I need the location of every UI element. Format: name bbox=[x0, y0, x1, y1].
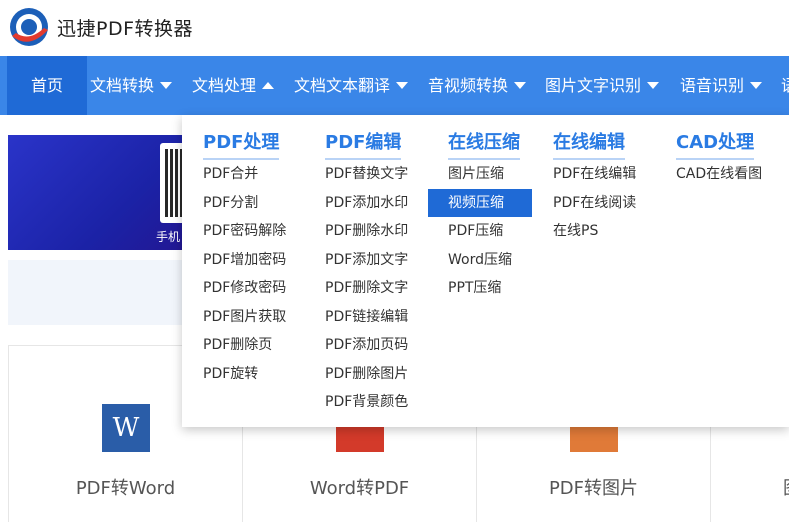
menu-item-online-ps[interactable]: 在线PS bbox=[553, 217, 598, 245]
menu-item-pdf-remove-watermark[interactable]: PDF删除水印 bbox=[325, 217, 408, 245]
nav-item-speech-recognition[interactable]: 语音识别 bbox=[680, 56, 763, 115]
card-label: PDF转Word bbox=[75, 478, 176, 499]
nav-label: 文档文本翻译 bbox=[294, 76, 391, 95]
menu-item-cad-online-view[interactable]: CAD在线看图 bbox=[676, 160, 762, 188]
logo-icon[interactable] bbox=[8, 6, 50, 48]
menu-item-pdf-add-password[interactable]: PDF增加密码 bbox=[203, 246, 286, 274]
menu-item-pdf-delete-text[interactable]: PDF删除文字 bbox=[325, 274, 408, 302]
nav-label: 语 bbox=[781, 76, 789, 95]
app-header: 迅捷PDF转换器 bbox=[0, 0, 789, 56]
doc-process-dropdown: PDF处理 PDF合并 PDF分割 PDF密码解除 PDF增加密码 PDF修改密… bbox=[182, 115, 789, 427]
menu-item-pdf-delete-images[interactable]: PDF删除图片 bbox=[325, 360, 408, 388]
dropdown-title-pdf-edit: PDF编辑 bbox=[325, 128, 402, 160]
nav-item-doc-convert[interactable]: 文档转换 bbox=[90, 56, 173, 115]
caret-down-icon bbox=[750, 82, 763, 89]
menu-item-pdf-merge[interactable]: PDF合并 bbox=[203, 160, 258, 188]
menu-item-pdf-add-watermark[interactable]: PDF添加水印 bbox=[325, 189, 408, 217]
dropdown-title-online-edit: 在线编辑 bbox=[553, 128, 625, 160]
nav-label: 语音识别 bbox=[680, 76, 745, 95]
menu-item-pdf-compress[interactable]: PDF压缩 bbox=[448, 217, 503, 245]
menu-item-pdf-add-page-numbers[interactable]: PDF添加页码 bbox=[325, 331, 408, 359]
card-label: 图 bbox=[783, 474, 789, 500]
menu-item-pdf-rotate[interactable]: PDF旋转 bbox=[203, 360, 258, 388]
nav-label: 图片文字识别 bbox=[545, 76, 642, 95]
menu-item-pdf-online-read[interactable]: PDF在线阅读 bbox=[553, 189, 636, 217]
nav-item-home[interactable]: 首页 bbox=[7, 56, 87, 115]
caret-down-icon bbox=[160, 82, 173, 89]
menu-item-ppt-compress[interactable]: PPT压缩 bbox=[448, 274, 501, 302]
brand-name[interactable]: 迅捷PDF转换器 bbox=[57, 14, 193, 41]
menu-item-word-compress[interactable]: Word压缩 bbox=[448, 246, 512, 274]
menu-item-pdf-delete-pages[interactable]: PDF删除页 bbox=[203, 331, 272, 359]
menu-item-pdf-split[interactable]: PDF分割 bbox=[203, 189, 258, 217]
dropdown-title-pdf-process: PDF处理 bbox=[203, 128, 280, 160]
caret-down-icon bbox=[396, 82, 409, 89]
caret-down-icon bbox=[514, 82, 527, 89]
banner-phone-text: 手机 bbox=[156, 230, 181, 244]
menu-item-pdf-replace-text[interactable]: PDF替换文字 bbox=[325, 160, 408, 188]
nav-label: 音视频转换 bbox=[428, 76, 509, 95]
menu-item-pdf-add-text[interactable]: PDF添加文字 bbox=[325, 246, 408, 274]
menu-item-pdf-unlock[interactable]: PDF密码解除 bbox=[203, 217, 286, 245]
nav-item-image-ocr[interactable]: 图片文字识别 bbox=[545, 56, 660, 115]
menu-item-pdf-edit-links[interactable]: PDF链接编辑 bbox=[325, 303, 408, 331]
caret-down-icon bbox=[647, 82, 660, 89]
caret-up-icon bbox=[262, 82, 275, 89]
menu-item-pdf-extract-images[interactable]: PDF图片获取 bbox=[203, 303, 286, 331]
nav-item-doc-process[interactable]: 文档处理 bbox=[192, 56, 275, 115]
nav-item-av-convert[interactable]: 音视频转换 bbox=[428, 56, 527, 115]
menu-item-pdf-background-color[interactable]: PDF背景颜色 bbox=[325, 388, 408, 416]
card-label: PDF转图片 bbox=[548, 478, 639, 499]
menu-item-pdf-online-edit[interactable]: PDF在线编辑 bbox=[553, 160, 636, 188]
menu-item-image-compress[interactable]: 图片压缩 bbox=[448, 160, 504, 188]
word-icon: W bbox=[102, 404, 150, 452]
nav-item-doc-translate[interactable]: 文档文本翻译 bbox=[294, 56, 409, 115]
dropdown-title-online-compress: 在线压缩 bbox=[448, 128, 520, 160]
menu-item-pdf-change-password[interactable]: PDF修改密码 bbox=[203, 274, 286, 302]
main-nav: 首页 文档转换 文档处理 文档文本翻译 音视频转换 图片文字识别 语音识别 语 bbox=[0, 56, 789, 115]
dropdown-title-cad-process: CAD处理 bbox=[676, 128, 755, 160]
nav-label: 文档转换 bbox=[90, 76, 155, 95]
nav-label: 首页 bbox=[30, 76, 63, 95]
menu-item-video-compress[interactable]: 视频压缩 bbox=[428, 189, 532, 217]
card-label: Word转PDF bbox=[309, 478, 410, 499]
nav-item-overflow[interactable]: 语 bbox=[781, 56, 789, 115]
nav-label: 文档处理 bbox=[192, 76, 257, 95]
info-panel bbox=[8, 260, 208, 325]
